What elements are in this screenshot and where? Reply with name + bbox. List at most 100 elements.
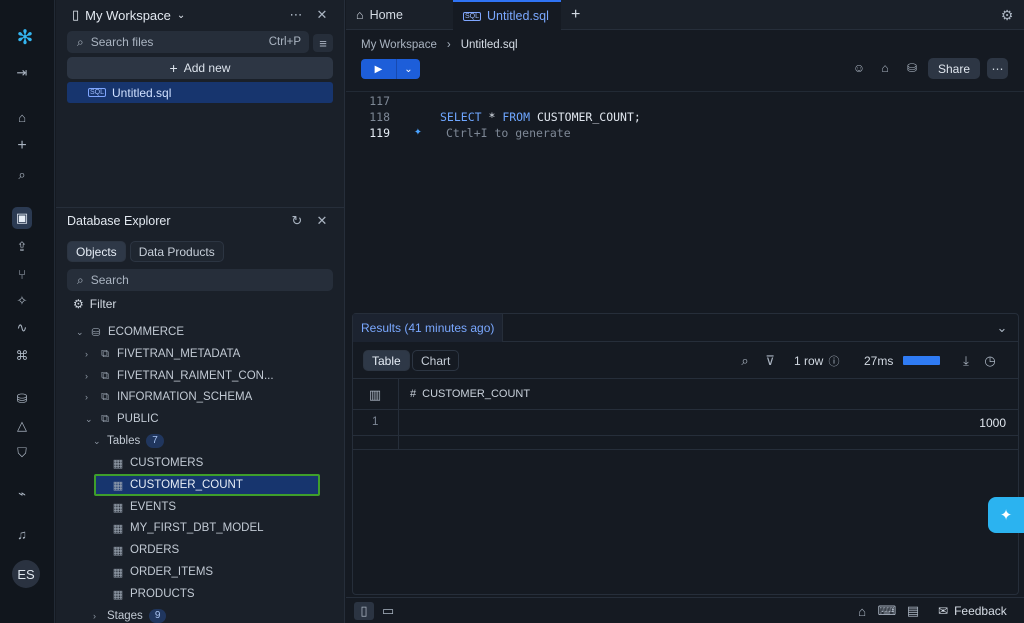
workspace-header[interactable]: ▯ My Workspace ⌄ <box>72 6 185 24</box>
breadcrumb-root[interactable]: My Workspace <box>361 39 437 51</box>
home-icon[interactable]: ⌂ <box>12 107 32 127</box>
new-tab-button[interactable]: + <box>561 0 590 30</box>
tree-table[interactable]: ▦ ORDERS <box>112 541 179 559</box>
tree-table[interactable]: ▦ CUSTOMERS <box>112 454 203 472</box>
shield-icon[interactable]: ⛉ <box>12 443 32 463</box>
search-files-input[interactable]: ⌕ Search files Ctrl+P <box>67 31 309 53</box>
left-rail: ✻ ⇥ ⌂ + ⌕ ▣ ⇪ ⑂ ✧ ∿ ⌘ ⛁ △ ⛉ ⌁ ♫ ES <box>0 0 55 623</box>
chevron-down-icon: ⌄ <box>93 435 101 446</box>
collapse-rail-icon[interactable]: ⇥ <box>12 63 32 83</box>
tab-home-label: Home <box>369 8 403 22</box>
monitor-icon[interactable]: ⌁ <box>12 484 32 504</box>
file-item-untitled[interactable]: SQL Untitled.sql <box>67 82 333 103</box>
tree-schema[interactable]: › ⧉ FIVETRAN_RAIMENT_CON... <box>85 367 274 385</box>
code-token: * <box>481 110 503 124</box>
more-options-button[interactable]: ⋯ <box>987 58 1008 79</box>
filter-icon[interactable]: ⊽ <box>762 353 778 369</box>
run-options-button[interactable]: ⌄ <box>397 59 420 79</box>
tree-tables-folder[interactable]: ⌄ Tables 7 <box>93 432 164 450</box>
ai-sparkle-icon[interactable]: ✦ <box>414 124 422 139</box>
query-duration: 27ms <box>864 354 894 368</box>
gear-icon[interactable]: ⚙ <box>999 7 1015 23</box>
collapse-explorer-icon[interactable]: ✕ <box>314 213 330 229</box>
database-icon[interactable]: ⛁ <box>905 61 919 75</box>
tree-table[interactable]: ▦ ORDER_ITEMS <box>112 563 213 581</box>
tree-schema-public[interactable]: ⌄ ⧉ PUBLIC <box>85 410 159 428</box>
filter-button[interactable]: ⚙ Filter <box>73 297 116 311</box>
user-icon[interactable]: ☺ <box>852 61 866 75</box>
tree-table[interactable]: ▦ MY_FIRST_DBT_MODEL <box>112 519 264 537</box>
add-new-button[interactable]: + Add new <box>67 57 333 79</box>
tree-stages-folder[interactable]: › Stages 9 <box>93 607 167 623</box>
tab-home[interactable]: ⌂ Home <box>346 0 413 30</box>
column-stats-icon[interactable]: ▥ <box>367 387 383 403</box>
warehouse-icon[interactable]: ⌂ <box>878 61 892 75</box>
sql-editor[interactable]: 117 118 SELECT * FROM CUSTOMER_COUNT; 11… <box>346 91 1024 311</box>
collapse-panel-icon[interactable]: ✕ <box>314 7 330 23</box>
more-options-icon[interactable]: ⋯ <box>288 7 304 23</box>
workspace-panel: ▯ My Workspace ⌄ ⋯ ✕ ⌕ Search files Ctrl… <box>56 0 345 623</box>
refresh-icon[interactable]: ↻ <box>289 213 305 229</box>
tree-schema[interactable]: › ⧉ FIVETRAN_METADATA <box>85 345 240 363</box>
chevron-down-icon: ⌄ <box>176 9 186 21</box>
tree-schema[interactable]: › ⧉ INFORMATION_SCHEMA <box>85 388 252 406</box>
column-header-label: CUSTOMER_COUNT <box>422 388 531 400</box>
activity-icon[interactable]: ∿ <box>12 318 32 338</box>
code-line[interactable]: SELECT * FROM CUSTOMER_COUNT; <box>440 110 641 124</box>
triangle-network-icon[interactable]: △ <box>12 416 32 436</box>
ai-assistant-button[interactable]: ✦ <box>988 497 1024 533</box>
chevron-down-icon[interactable]: ⌄ <box>994 320 1010 336</box>
schema-name: PUBLIC <box>117 413 159 425</box>
run-button-group: ▶ ⌄ <box>361 59 420 79</box>
worksheet-icon[interactable]: ▣ <box>12 207 32 229</box>
row-count: 1 row <box>794 354 824 368</box>
tab-chart[interactable]: Chart <box>412 350 460 371</box>
marketplace-icon[interactable]: ⌘ <box>12 346 32 366</box>
search-icon[interactable]: ⌕ <box>737 353 753 369</box>
search-icon[interactable]: ⌕ <box>12 165 32 185</box>
run-button[interactable]: ▶ <box>361 59 396 79</box>
tab-table[interactable]: Table <box>363 350 410 371</box>
column-header[interactable]: # CUSTOMER_COUNT <box>410 388 530 400</box>
sql-file-icon: SQL <box>88 88 107 97</box>
results-tab[interactable]: Results (41 minutes ago) <box>353 314 504 342</box>
tab-untitled-sql[interactable]: SQL Untitled.sql <box>453 0 561 30</box>
avatar[interactable]: ES <box>12 560 40 588</box>
file-name: Untitled.sql <box>112 85 172 100</box>
download-icon[interactable]: ⤓ <box>958 353 974 369</box>
tab-data-products[interactable]: Data Products <box>129 241 224 262</box>
ai-sparkles-icon[interactable]: ✧ <box>12 291 32 311</box>
tree-table-selected[interactable]: ▦ CUSTOMER_COUNT <box>112 476 243 494</box>
tree-table[interactable]: ▦ PRODUCTS <box>112 585 195 603</box>
history-icon[interactable]: ◷ <box>982 353 998 369</box>
keyboard-icon[interactable]: ⌨ <box>878 603 897 619</box>
filter-icon: ⚙ <box>73 297 84 311</box>
tab-objects[interactable]: Objects <box>67 241 126 262</box>
footer-bar: ▯ ▭ ⌂ ⌨ ▤ ✉ Feedback <box>346 597 1024 623</box>
tree-table[interactable]: ▦ EVENTS <box>112 498 176 516</box>
cell-value[interactable]: 1000 <box>979 416 1006 430</box>
plus-icon[interactable]: + <box>12 136 32 156</box>
snowflake-logo-icon[interactable]: ✻ <box>15 27 35 49</box>
info-icon[interactable]: ⓘ <box>826 353 842 369</box>
keyword: SELECT <box>440 110 482 124</box>
bell-icon[interactable]: ♫ <box>12 524 32 544</box>
table-icon: ▦ <box>112 588 124 601</box>
data-flow-icon[interactable]: ⑂ <box>12 264 32 284</box>
line-number: 118 <box>369 110 390 124</box>
explorer-search-input[interactable]: ⌕ Search <box>67 269 333 291</box>
panel-bottom-icon[interactable]: ▭ <box>380 603 396 619</box>
share-button[interactable]: Share <box>928 58 980 79</box>
database-icon[interactable]: ⛁ <box>12 389 32 409</box>
row-index: 1 <box>372 416 379 428</box>
tree-database-ecommerce[interactable]: ⌄ ⛁ ECOMMERCE <box>76 323 184 341</box>
schema-name: FIVETRAN_RAIMENT_CON... <box>117 370 274 382</box>
line-number: 117 <box>369 94 390 108</box>
sort-icon[interactable]: ≡ <box>313 34 333 52</box>
table-name: CUSTOMERS <box>130 457 204 469</box>
feedback-button[interactable]: ✉ Feedback <box>938 604 1007 618</box>
upload-icon[interactable]: ⇪ <box>12 237 32 257</box>
book-icon[interactable]: ▤ <box>905 603 921 619</box>
home-icon[interactable]: ⌂ <box>854 603 870 619</box>
sidebar-toggle-icon[interactable]: ▯ <box>354 602 374 620</box>
